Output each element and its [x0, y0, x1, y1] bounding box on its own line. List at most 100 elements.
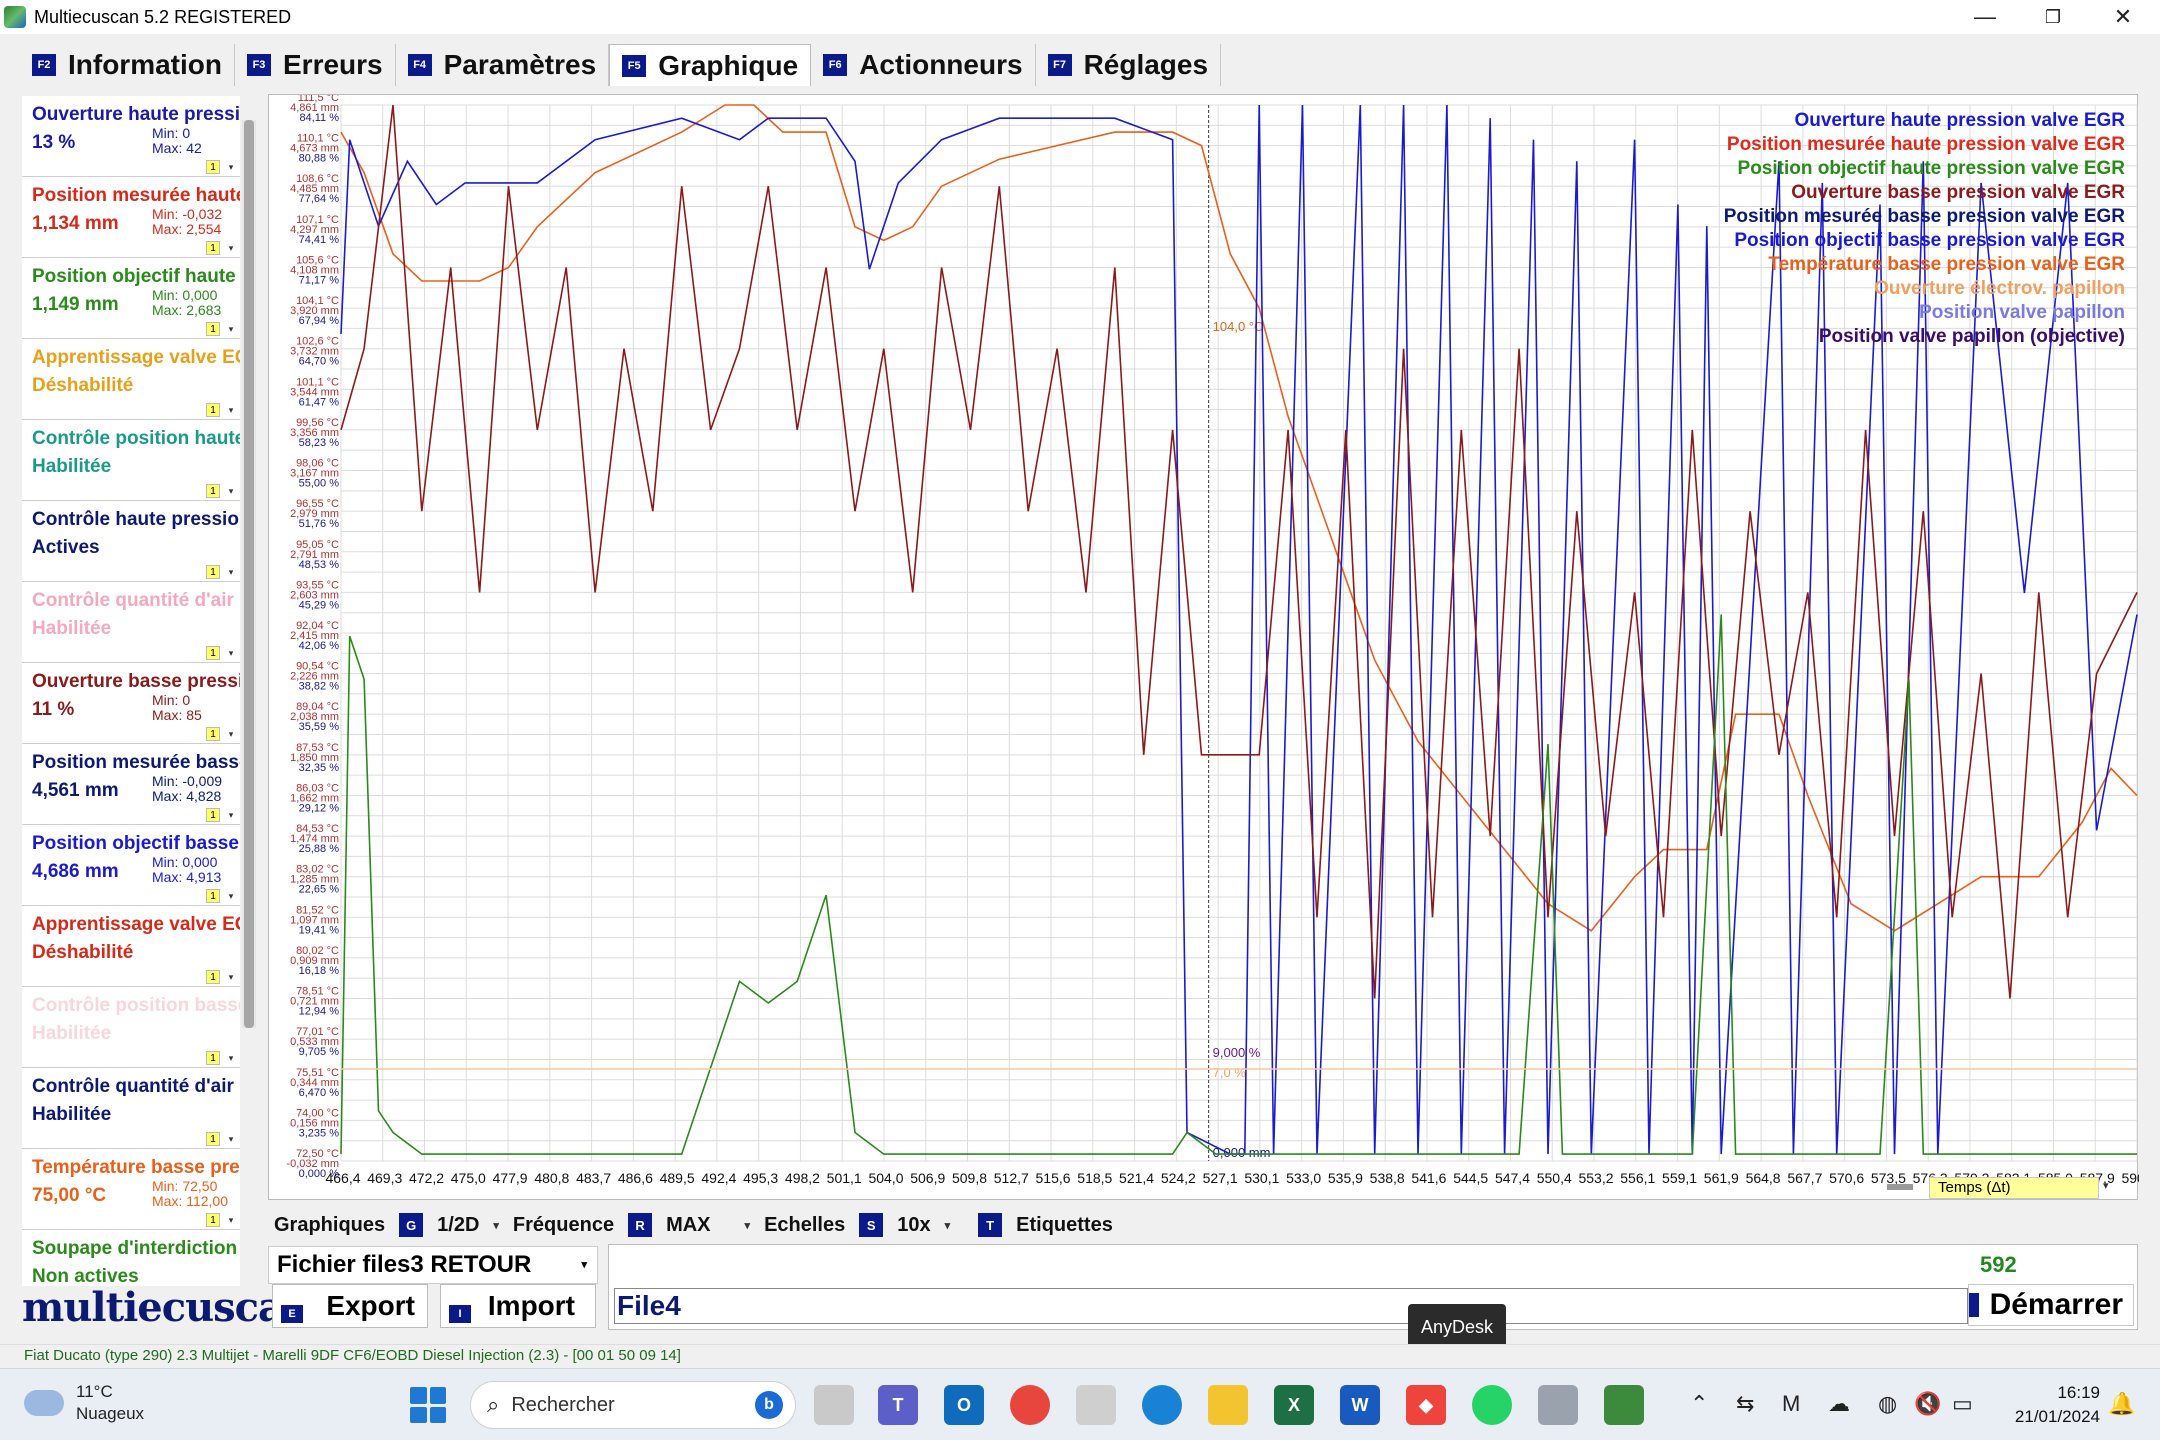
sensor-axis-number[interactable]: 1: [206, 565, 220, 579]
sensor-card[interactable]: Position mesurée basse pression valve EG…: [22, 744, 240, 825]
chevron-down-icon[interactable]: ▾: [224, 403, 238, 417]
sensor-axis-number[interactable]: 1: [206, 970, 220, 984]
anydesk-icon[interactable]: ◆: [1406, 1385, 1446, 1425]
windows-start-icon[interactable]: [410, 1387, 446, 1423]
sensor-axis-number[interactable]: 1: [206, 1213, 220, 1227]
echelles-dropdown-icon[interactable]: ▾: [945, 1219, 951, 1232]
legend-entry[interactable]: Position mesurée basse pression valve EG…: [1724, 205, 2125, 229]
snipping-tool-icon[interactable]: [1076, 1385, 1116, 1425]
tab-actionneurs[interactable]: F6 Actionneurs: [811, 44, 1036, 86]
chevron-down-icon[interactable]: ▾: [224, 970, 238, 984]
sensor-card[interactable]: Température basse pression valve EGR 75,0…: [22, 1149, 240, 1230]
legend-entry[interactable]: Ouverture haute pression valve EGR: [1724, 109, 2125, 133]
sensor-axis-number[interactable]: 1: [206, 1132, 220, 1146]
graphiques-dropdown-icon[interactable]: ▾: [493, 1219, 499, 1232]
sensor-card[interactable]: Ouverture haute pression valve EGR 13 % Mi…: [22, 96, 240, 177]
etiquettes-toggle[interactable]: Etiquettes: [1016, 1214, 1113, 1237]
notification-bell-icon[interactable]: 🔔: [2108, 1391, 2135, 1417]
sensor-axis-number[interactable]: 1: [206, 322, 220, 336]
chevron-up-icon[interactable]: ⌃: [1690, 1391, 1708, 1417]
frequence-value[interactable]: MAX: [666, 1214, 710, 1237]
sensor-card[interactable]: Contrôle position haute pression Habilité…: [22, 420, 240, 501]
chevron-down-icon[interactable]: ▾: [224, 322, 238, 336]
sensor-card[interactable]: Position objectif haute pression valve E…: [22, 258, 240, 339]
tab-erreurs[interactable]: F3 Erreurs: [235, 44, 396, 86]
chevron-down-icon[interactable]: ▾: [224, 1051, 238, 1065]
sensor-card[interactable]: Contrôle quantité d'air Habilitée 1 ▾: [22, 1068, 240, 1149]
sensor-card[interactable]: Position objectif basse pression valve E…: [22, 825, 240, 906]
sensor-axis-number[interactable]: 1: [206, 403, 220, 417]
bing-icon[interactable]: b: [755, 1391, 783, 1419]
file-explorer-icon[interactable]: [1208, 1385, 1248, 1425]
legend-entry[interactable]: Position valve papillon (objective): [1724, 325, 2125, 349]
task-view-icon[interactable]: [814, 1385, 854, 1425]
chevron-down-icon[interactable]: ▾: [224, 160, 238, 174]
chevron-down-icon[interactable]: ▾: [224, 727, 238, 741]
chevron-down-icon[interactable]: ▾: [224, 1213, 238, 1227]
graph-area[interactable]: 111,5 °C 4,861 mm 84,11 % 110,1 °C 4,673 mm 8…: [268, 94, 2139, 1200]
excel-icon[interactable]: X: [1274, 1385, 1314, 1425]
weather-widget[interactable]: 11°C Nuageux: [24, 1381, 144, 1425]
onedrive-icon[interactable]: ☁: [1828, 1391, 1850, 1417]
multiecuscan-taskbar-icon[interactable]: [1604, 1385, 1644, 1425]
edge-icon[interactable]: [1142, 1385, 1182, 1425]
chevron-down-icon[interactable]: ▾: [224, 808, 238, 822]
battery-icon[interactable]: ▭: [1952, 1391, 1973, 1417]
globe-icon[interactable]: ◍: [1878, 1391, 1897, 1417]
chrome-icon[interactable]: [1010, 1385, 1050, 1425]
tab-parametres[interactable]: F4 Paramètres: [396, 44, 610, 86]
sensor-card[interactable]: Ouverture basse pression valve EGR 11 % Mi…: [22, 663, 240, 744]
sensor-axis-number[interactable]: 1: [206, 160, 220, 174]
sensor-axis-number[interactable]: 1: [206, 1051, 220, 1065]
chevron-down-icon[interactable]: ▾: [224, 241, 238, 255]
sensor-axis-number[interactable]: 1: [206, 646, 220, 660]
file-select[interactable]: Fichier files3 RETOUR ▾: [268, 1246, 598, 1284]
settings-sliders-icon[interactable]: ⇆: [1736, 1391, 1754, 1417]
echelles-value[interactable]: 10x: [897, 1214, 930, 1237]
taskbar-search[interactable]: ⌕ Rechercher b: [470, 1381, 796, 1429]
minimize-button[interactable]: —: [1954, 0, 2016, 34]
sensor-card[interactable]: Contrôle quantité d'air Habilitée 1 ▾: [22, 582, 240, 663]
restore-button[interactable]: ❐: [2022, 0, 2084, 34]
sensor-axis-number[interactable]: 1: [206, 727, 220, 741]
import-button[interactable]: I Import: [440, 1284, 596, 1328]
legend-entry[interactable]: Position objectif basse pression valve E…: [1724, 229, 2125, 253]
tab-reglages[interactable]: F7 Réglages: [1036, 44, 1222, 86]
scrollbar-thumb[interactable]: [244, 120, 254, 1028]
tab-graphique[interactable]: F5 Graphique: [609, 44, 812, 86]
frequence-dropdown-icon[interactable]: ▾: [745, 1219, 751, 1232]
file-name-field[interactable]: File4: [614, 1288, 1968, 1324]
sensor-axis-number[interactable]: 1: [206, 889, 220, 903]
sensor-card[interactable]: Soupape d'interdictionNon actives1▾: [22, 1230, 240, 1286]
legend-entry[interactable]: Position objectif haute pression valve E…: [1724, 157, 2125, 181]
sensor-card[interactable]: Contrôle haute pression Actives 1 ▾: [22, 501, 240, 582]
graph-scroll-handle[interactable]: [1887, 1184, 1913, 1190]
legend-entry[interactable]: Position valve papillon: [1724, 301, 2125, 325]
sensor-card[interactable]: Apprentissage valve EGRDéshabilité1▾: [22, 339, 240, 420]
whatsapp-icon[interactable]: [1472, 1385, 1512, 1425]
legend-entry[interactable]: Ouverture électrov. papillon: [1724, 277, 2125, 301]
word-icon[interactable]: W: [1340, 1385, 1380, 1425]
teams-icon[interactable]: T: [878, 1385, 918, 1425]
tab-information[interactable]: F2 Information: [20, 44, 235, 86]
chevron-down-icon[interactable]: ▾: [224, 1132, 238, 1146]
outlook-icon[interactable]: O: [944, 1385, 984, 1425]
chevron-down-icon[interactable]: ▾: [224, 889, 238, 903]
chevron-down-icon[interactable]: ▾: [224, 646, 238, 660]
sensor-list-scrollbar[interactable]: [242, 120, 256, 1028]
sensor-card[interactable]: Position mesurée haute pression valve EG…: [22, 177, 240, 258]
sensor-card[interactable]: Apprentissage valve EGRDéshabilité1▾: [22, 906, 240, 987]
chevron-down-icon[interactable]: ▾: [224, 484, 238, 498]
sensor-axis-number[interactable]: 1: [206, 808, 220, 822]
close-button[interactable]: ✕: [2092, 0, 2154, 34]
graphiques-value[interactable]: 1/2D: [437, 1214, 479, 1237]
sensor-card[interactable]: Contrôle position basse pression Habilité…: [22, 987, 240, 1068]
calculator-icon[interactable]: [1538, 1385, 1578, 1425]
sensor-list[interactable]: Ouverture haute pression valve EGR 13 % Mi…: [22, 96, 240, 1286]
chevron-down-icon[interactable]: ▾: [224, 565, 238, 579]
legend-entry[interactable]: Température basse pression valve EGR: [1724, 253, 2125, 277]
start-button[interactable]: Démarrer: [1968, 1284, 2134, 1326]
app-tray-icon[interactable]: Μ: [1782, 1391, 1800, 1417]
sensor-axis-number[interactable]: 1: [206, 241, 220, 255]
taskbar-clock[interactable]: 16:19 21/01/2024: [1990, 1381, 2100, 1429]
